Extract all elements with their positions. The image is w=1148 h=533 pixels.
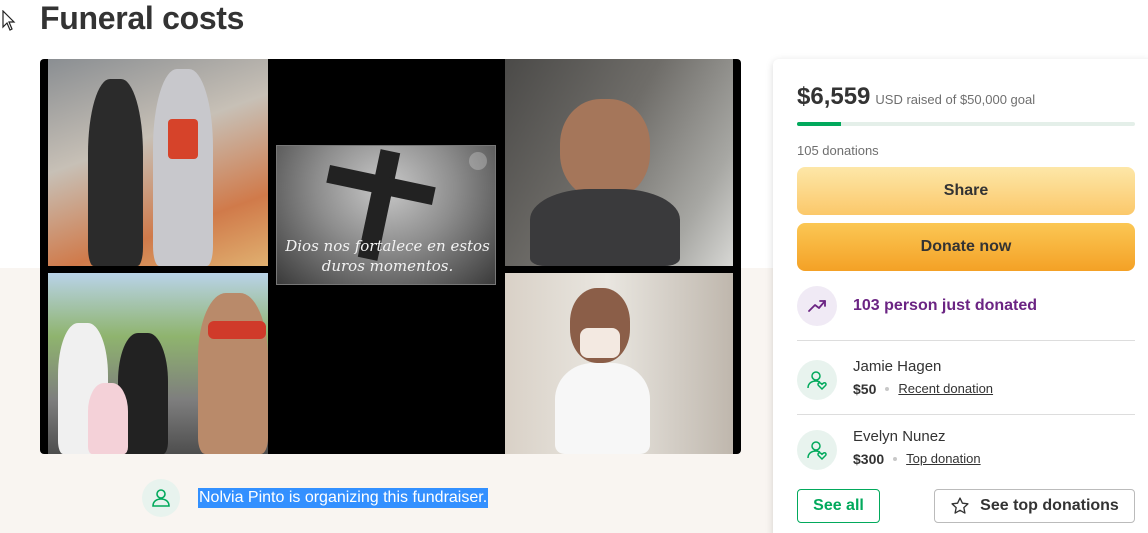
recent-activity-text: 103 person just donated: [853, 297, 1038, 314]
donate-now-button[interactable]: Donate now: [797, 223, 1135, 271]
photo-man: [505, 59, 733, 266]
donor-amount: $50: [853, 381, 877, 397]
see-top-donations-label: See top donations: [980, 497, 1119, 514]
see-top-donations-button[interactable]: See top donations: [934, 489, 1135, 523]
recent-activity: 103 person just donated: [797, 286, 1037, 326]
progress-fill: [797, 122, 842, 126]
trend-up-icon: [797, 286, 837, 326]
divider: [797, 414, 1135, 415]
photo-family: [48, 273, 268, 454]
cursor-icon: [2, 10, 16, 31]
raised-amount: $6,559: [797, 83, 871, 110]
donor-icon: [797, 430, 837, 470]
separator-dot: [893, 457, 898, 461]
organizer-row: Nolvia Pinto is organizing this fundrais…: [142, 479, 489, 517]
divider: [797, 340, 1135, 341]
separator-dot: [885, 387, 890, 391]
see-all-button[interactable]: See all: [797, 489, 880, 523]
page-title: Funeral costs: [40, 0, 245, 36]
photo-cross: Dios nos fortalece en estos duros moment…: [276, 145, 496, 285]
donor-name: Evelyn Nunez: [853, 428, 946, 445]
donor-tag-link[interactable]: Top donation: [906, 450, 980, 468]
organizer-text: Nolvia Pinto is organizing this fundrais…: [198, 488, 489, 508]
share-button[interactable]: Share: [797, 167, 1135, 215]
photo-boy: [505, 273, 733, 454]
raised-goal: USD raised of $50,000 goal: [875, 92, 1036, 107]
progress-bar: [797, 122, 1135, 126]
raised-summary: $6,559 USD raised of $50,000 goal: [797, 83, 1035, 111]
donor-row: Evelyn Nunez $300 Top donation: [797, 427, 981, 470]
organizer-icon: [142, 479, 180, 517]
expand-icon[interactable]: [469, 152, 487, 170]
photo-two-girls: [48, 59, 268, 266]
donation-count: 105 donations: [797, 143, 879, 158]
image-caption: Dios nos fortalece en estos duros moment…: [285, 237, 490, 275]
donor-name: Jamie Hagen: [853, 358, 942, 375]
donor-amount: $300: [853, 451, 885, 467]
donor-tag-link[interactable]: Recent donation: [898, 380, 993, 398]
star-icon: [951, 497, 969, 514]
donation-sidebar: $6,559 USD raised of $50,000 goal 105 do…: [773, 59, 1148, 533]
campaign-image-collage[interactable]: Dios nos fortalece en estos duros moment…: [40, 59, 741, 454]
donor-icon: [797, 360, 837, 400]
donor-row: Jamie Hagen $50 Recent donation: [797, 357, 993, 400]
